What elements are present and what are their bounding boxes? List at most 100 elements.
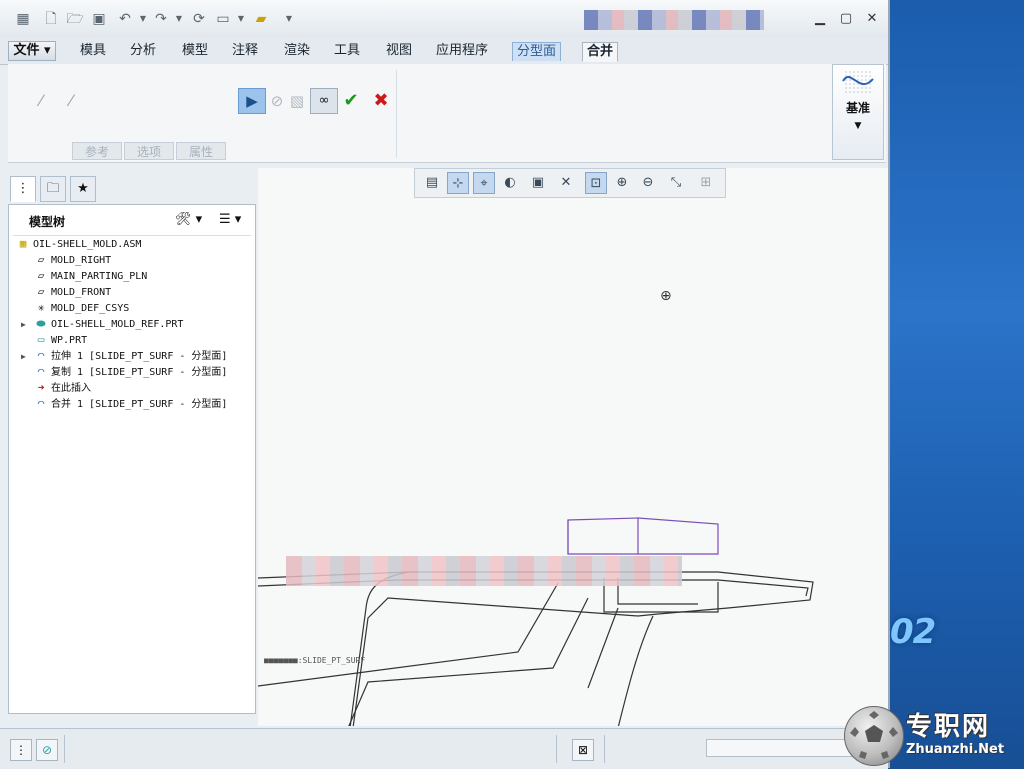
surface-icon: ◠ [37, 365, 45, 378]
tree-item-main-parting-pln[interactable]: ▱ MAIN_PARTING_PLN [33, 269, 148, 285]
title-bar: ▦ 🗋 🗁 ▣ ↶ ▼ ↷ ▼ ⟳ ▭ ▼ ▰ ▼ ▁ ▢ ✕ [0, 0, 888, 38]
watermark-cn: 专职网 [906, 712, 991, 742]
expand-arrow-icon[interactable]: ▶ [21, 317, 26, 333]
folder-browser-tab-icon[interactable]: 🗀 [40, 176, 66, 202]
datum-group[interactable]: 基准 ▼ [832, 64, 884, 160]
verify-mode-button[interactable]: ∞ [310, 88, 338, 114]
tab-parting-surface[interactable]: 分型面 [512, 42, 562, 61]
show-browser-icon[interactable]: ⊘ [36, 739, 58, 761]
tab-model[interactable]: 模型 [178, 42, 212, 60]
tree-item-label: 在此插入 [51, 383, 91, 394]
minimize-icon[interactable]: ▁ [810, 10, 830, 28]
desktop-number: 02 [890, 612, 936, 652]
customize-toolbar-icon[interactable]: ▼ [280, 10, 298, 28]
save-icon[interactable]: ▣ [90, 10, 108, 28]
ribbon-tab-bar: 文件 ▾ 模具 分析 模型 注释 渲染 工具 视图 应用程序 分型面 合并 ⌃ … [0, 38, 888, 95]
tree-divider [13, 235, 251, 236]
creo-window: ▦ 🗋 🗁 ▣ ↶ ▼ ↷ ▼ ⟳ ▭ ▼ ▰ ▼ ▁ ▢ ✕ 文件 ▾ 模具 … [0, 0, 890, 769]
tree-item-label: MOLD_RIGHT [51, 255, 112, 266]
undo-dropdown-icon[interactable]: ▼ [134, 10, 152, 28]
tree-item-label: MAIN_PARTING_PLN [51, 271, 148, 282]
file-menu[interactable]: 文件 ▾ [8, 41, 56, 61]
windows-icon[interactable]: ▭ [214, 10, 232, 28]
workpiece-icon: ▭ [37, 333, 45, 346]
smart-filter-field[interactable] [706, 739, 856, 757]
model-wireframe [258, 517, 814, 726]
surface-icon: ◠ [37, 349, 45, 362]
keep-side-2-icon[interactable]: ⁄ [60, 90, 82, 112]
model-tree-tab-icon[interactable]: ⋮ [10, 176, 36, 202]
tree-item-mold-right[interactable]: ▱ MOLD_RIGHT [33, 253, 112, 269]
file-menu-label: 文件 [13, 43, 40, 58]
references-tab[interactable]: 参考 [72, 142, 122, 160]
assembly-icon: ▦ [19, 237, 27, 250]
tree-item-merge[interactable]: ◠ 合并 1 [SLIDE_PT_SURF - 分型面] [33, 397, 228, 413]
tree-item-assembly[interactable]: ▦ OIL-SHELL_MOLD.ASM [15, 237, 142, 253]
tab-tools[interactable]: 工具 [330, 42, 364, 60]
tree-item-label: 拉伸 1 [SLIDE_PT_SURF - 分型面] [51, 351, 228, 362]
redo-dropdown-icon[interactable]: ▼ [170, 10, 188, 28]
merge-surface-icon: ◠ [37, 397, 45, 410]
tree-show-icon[interactable]: ☰ ▾ [219, 211, 241, 229]
selection-filter-icon[interactable]: ⊠ [572, 739, 594, 761]
window-title [584, 10, 764, 30]
tab-merge[interactable]: 合并 [582, 42, 619, 62]
keep-side-1-icon[interactable]: ⁄ [30, 90, 52, 112]
tree-item-label: 合并 1 [SLIDE_PT_SURF - 分型面] [51, 399, 228, 410]
datum-plane-icon: ▱ [37, 269, 45, 282]
chevron-down-icon[interactable]: ▼ [833, 121, 883, 131]
show-navigator-icon[interactable]: ⋮ [10, 739, 32, 761]
tab-applications[interactable]: 应用程序 [432, 42, 492, 60]
tab-view[interactable]: 视图 [382, 42, 416, 60]
watermark-en: Zhuanzhi.Net [906, 742, 1005, 757]
tree-item-copy[interactable]: ◠ 复制 1 [SLIDE_PT_SURF - 分型面] [33, 365, 228, 381]
tab-analysis[interactable]: 分析 [126, 42, 160, 60]
no-preview-icon[interactable]: ⊘ [266, 90, 288, 112]
tree-item-ref-part[interactable]: ▶ ⬬ OIL-SHELL_MOLD_REF.PRT [21, 317, 183, 333]
properties-tab[interactable]: 属性 [176, 142, 226, 160]
status-separator [556, 735, 557, 763]
tab-annotate[interactable]: 注释 [228, 42, 262, 60]
favorites-tab-icon[interactable]: ★ [70, 176, 96, 202]
datum-plane-icon: ▱ [37, 253, 45, 266]
tree-item-workpiece[interactable]: ▭ WP.PRT [33, 333, 87, 349]
obscured-annotation [286, 556, 682, 586]
surface-label: ■■■■■■■:SLIDE_PT_SURF [264, 656, 366, 665]
status-bar: ⋮ ⊘ ⊠ [0, 728, 888, 769]
accept-check-icon[interactable]: ✔ [340, 90, 362, 112]
navigator-tabs: ⋮ 🗀 ★ [8, 174, 256, 204]
options-tab[interactable]: 选项 [124, 142, 174, 160]
graphics-window[interactable]: ▤ ⊹ ⌖ ◐ ▣ ✕ ⊡ ⊕ ⊖ ⤡ ⊞ ⊕ ■■■■■■■:SLIDE_PT… [258, 168, 888, 726]
model-tree-title: 模型树 [29, 215, 66, 229]
tree-item-mold-def-csys[interactable]: ✳ MOLD_DEF_CSYS [33, 301, 130, 317]
cancel-x-icon[interactable]: ✖ [370, 90, 392, 112]
datum-plane-icon: ▱ [37, 285, 45, 298]
windows-dropdown-icon[interactable]: ▼ [232, 10, 250, 28]
insert-here-icon: ➜ [37, 381, 45, 394]
part-icon: ⬬ [36, 317, 46, 330]
tree-item-label: 复制 1 [SLIDE_PT_SURF - 分型面] [51, 367, 228, 378]
tree-item-extrude[interactable]: ▶ ◠ 拉伸 1 [SLIDE_PT_SURF - 分型面] [21, 349, 228, 365]
tree-item-label: WP.PRT [51, 335, 88, 346]
datum-curve-icon [842, 69, 874, 95]
expand-arrow-icon[interactable]: ▶ [21, 349, 26, 365]
regenerate-icon[interactable]: ⟳ [190, 10, 208, 28]
redo-icon[interactable]: ↷ [152, 10, 170, 28]
datum-label: 基准 [845, 101, 870, 115]
tree-item-label: OIL-SHELL_MOLD.ASM [33, 239, 142, 250]
tab-render[interactable]: 渲染 [280, 42, 314, 60]
tab-mold[interactable]: 模具 [76, 42, 110, 60]
open-file-icon[interactable]: 🗁 [66, 10, 84, 28]
close-icon[interactable]: ✕ [862, 10, 882, 28]
preview-icon[interactable]: ▧ [286, 90, 308, 112]
new-file-icon[interactable]: 🗋 [42, 10, 60, 28]
app-logo-icon: ▦ [16, 11, 30, 27]
maximize-icon[interactable]: ▢ [836, 10, 856, 28]
tree-item-mold-front[interactable]: ▱ MOLD_FRONT [33, 285, 112, 301]
undo-icon[interactable]: ↶ [116, 10, 134, 28]
tree-item-label: MOLD_FRONT [51, 287, 112, 298]
close-window-icon[interactable]: ▰ [252, 10, 270, 28]
tree-item-insert-here[interactable]: ➜ 在此插入 [33, 381, 91, 397]
tree-settings-icon[interactable]: 🛠︎ ▾ [175, 211, 202, 229]
pause-resume-button[interactable]: ▶ [238, 88, 266, 114]
